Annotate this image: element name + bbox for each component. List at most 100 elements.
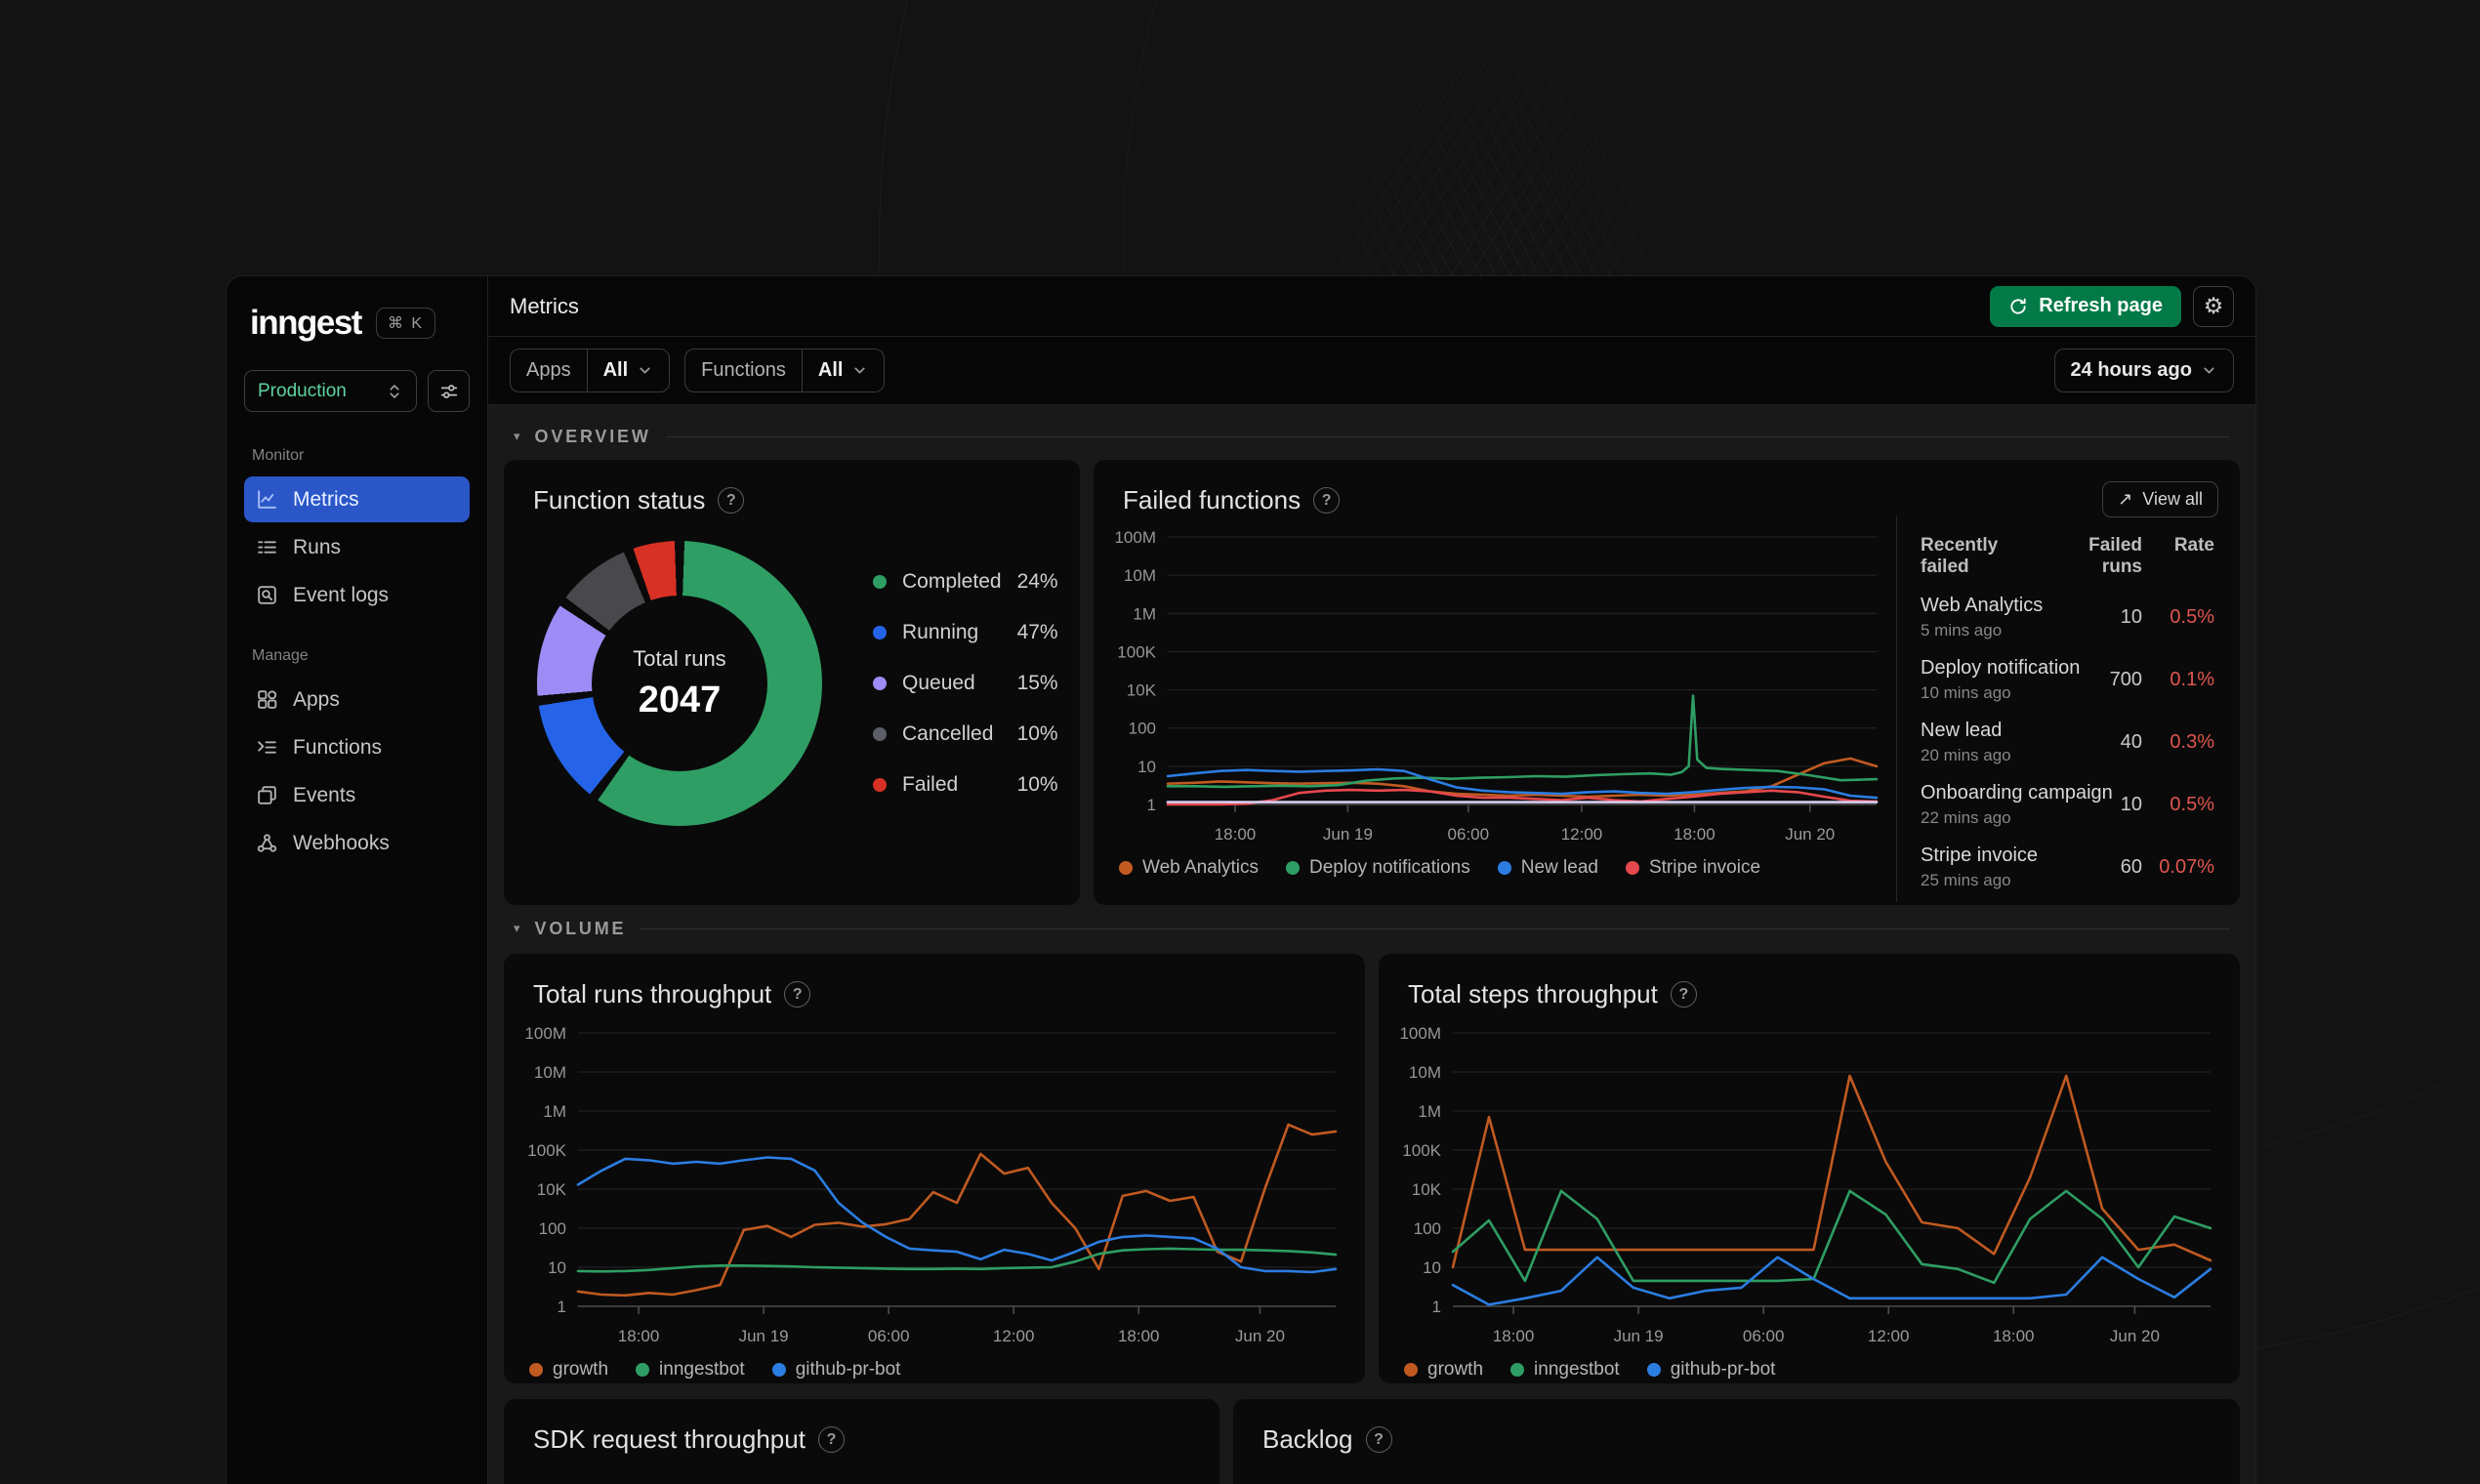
chevron-down-icon <box>640 367 650 374</box>
legend-item[interactable]: Stripe invoice <box>1625 857 1760 879</box>
card-title: SDK request throughput <box>533 1424 806 1454</box>
environment-value: Production <box>258 380 347 401</box>
legend-item[interactable]: github-pr-bot <box>771 1359 900 1381</box>
card-title: Function status <box>533 485 706 515</box>
help-icon[interactable]: ? <box>817 1426 845 1453</box>
sidebar-item-label: Runs <box>293 535 342 558</box>
legend-item[interactable]: Deploy notifications <box>1285 857 1470 879</box>
apps-filter-label: Apps <box>526 359 571 381</box>
svg-text:06:00: 06:00 <box>868 1327 910 1345</box>
legend-dot <box>1285 861 1300 875</box>
command-k-shortcut[interactable]: ⌘ K <box>375 308 436 339</box>
sidebar-item-event-logs[interactable]: Event logs <box>244 572 470 618</box>
legend-item[interactable]: inngestbot <box>636 1359 745 1381</box>
dashboard-content: ▾ OVERVIEW Function status ? Total runs <box>488 405 2255 1484</box>
help-icon[interactable]: ? <box>784 981 811 1008</box>
svg-text:12:00: 12:00 <box>1561 825 1603 844</box>
svg-text:18:00: 18:00 <box>618 1327 660 1345</box>
sidebar-item-functions[interactable]: Functions <box>244 724 470 770</box>
legend-item[interactable]: github-pr-bot <box>1646 1359 1775 1381</box>
overview-section-header[interactable]: ▾ OVERVIEW <box>504 413 2240 460</box>
donut-center-value: 2047 <box>638 679 722 721</box>
time-range-value: 24 hours ago <box>2070 359 2192 381</box>
legend-dot <box>1510 1363 1525 1377</box>
legend-dot <box>771 1363 786 1377</box>
legend-item: Queued 15% <box>873 658 1058 709</box>
svg-text:10K: 10K <box>537 1180 567 1199</box>
collapse-triangle-icon: ▾ <box>514 921 520 935</box>
legend-item[interactable]: inngestbot <box>1510 1359 1620 1381</box>
environment-filter-button[interactable] <box>428 370 470 412</box>
sidebar-item-label: Webhooks <box>293 831 390 854</box>
recently-failed-table: Recently failed Failed runs Rate Web Ana… <box>1896 515 2240 902</box>
table-row[interactable]: Web Analytics 5 mins ago 10 0.5% <box>1921 595 2214 640</box>
time-range-select[interactable]: 24 hours ago <box>2053 349 2234 392</box>
svg-text:12:00: 12:00 <box>1868 1327 1910 1345</box>
page-title: Metrics <box>510 293 579 318</box>
svg-text:1: 1 <box>1147 796 1156 814</box>
apps-filter-value: All <box>602 359 629 381</box>
function-list-icon <box>258 741 276 754</box>
sidebar-item-webhooks[interactable]: Webhooks <box>244 820 470 866</box>
svg-text:18:00: 18:00 <box>1993 1327 2035 1345</box>
sidebar-item-label: Event logs <box>293 583 390 606</box>
help-icon[interactable]: ? <box>1670 981 1697 1008</box>
failed-functions-card: Failed functions ? ↗ View all 1 10 100 10K 1… <box>1094 460 2240 905</box>
svg-text:18:00: 18:00 <box>1674 825 1715 844</box>
legend-item[interactable]: Web Analytics <box>1119 857 1259 879</box>
chevron-down-icon <box>854 367 866 374</box>
card-title: Total steps throughput <box>1408 979 1658 1009</box>
table-row[interactable]: New lead 20 mins ago 40 0.3% <box>1921 720 2214 765</box>
legend-item[interactable]: New lead <box>1497 857 1598 879</box>
table-row[interactable]: Stripe invoice 25 mins ago 60 0.07% <box>1921 845 2214 890</box>
failed-functions-chart: 1 10 100 10K 100K 1M 10M 100M 18:00 Jun 19 06:00 12… <box>1105 525 1892 847</box>
volume-section-header[interactable]: ▾ VOLUME <box>504 905 2240 952</box>
legend-dot <box>873 778 887 792</box>
svg-text:18:00: 18:00 <box>1118 1327 1160 1345</box>
table-row[interactable]: Deploy notification 10 mins ago 700 0.1% <box>1921 657 2214 703</box>
legend-item[interactable]: growth <box>529 1359 608 1381</box>
function-status-donut-chart: Total runs 2047 <box>537 541 822 826</box>
settings-button[interactable]: ⚙ <box>2193 285 2234 327</box>
sidebar-item-label: Functions <box>293 735 383 759</box>
svg-text:10: 10 <box>548 1258 566 1277</box>
total-steps-chart-legend: growth inngestbot github-pr-bot <box>1390 1349 2226 1381</box>
help-icon[interactable]: ? <box>1313 487 1341 514</box>
legend-item[interactable]: growth <box>1404 1359 1483 1381</box>
sidebar-item-apps[interactable]: Apps <box>244 677 470 722</box>
arrow-up-right-icon: ↗ <box>2118 489 2133 509</box>
function-status-legend: Completed 24% Running 47% Queued 15% Can… <box>873 556 1058 810</box>
legend-dot <box>873 727 887 741</box>
svg-text:100M: 100M <box>1114 528 1156 547</box>
sidebar-item-metrics[interactable]: Metrics <box>244 476 470 522</box>
environment-select[interactable]: Production <box>244 370 417 412</box>
sidebar-item-runs[interactable]: Runs <box>244 524 470 570</box>
help-icon[interactable]: ? <box>1365 1426 1392 1453</box>
doc-search-icon <box>258 586 276 604</box>
nodes-icon <box>257 834 277 852</box>
legend-dot <box>873 677 887 690</box>
functions-filter[interactable]: Functions All <box>684 349 886 392</box>
total-runs-throughput-card: Total runs throughput ? 1 10 100 10K 100K 1M 1… <box>504 954 1365 1383</box>
svg-text:100K: 100K <box>1402 1141 1441 1160</box>
sidebar-item-events[interactable]: Events <box>244 772 470 818</box>
svg-text:100: 100 <box>1414 1219 1441 1238</box>
svg-text:06:00: 06:00 <box>1448 825 1490 844</box>
view-all-button[interactable]: ↗ View all <box>2102 481 2218 517</box>
app-window: inngest ⌘ K Production Monitor Metrics R… <box>227 276 2255 1484</box>
svg-text:1M: 1M <box>1133 604 1156 623</box>
svg-text:100K: 100K <box>1117 642 1156 661</box>
donut-center-label: Total runs <box>633 645 726 671</box>
legend-dot <box>529 1363 543 1377</box>
table-row[interactable]: Onboarding campaign 22 mins ago 10 0.5% <box>1921 782 2214 828</box>
list-icon <box>258 541 276 554</box>
refresh-page-button[interactable]: Refresh page <box>1990 285 2181 327</box>
help-icon[interactable]: ? <box>718 487 745 514</box>
select-chevrons-icon <box>390 384 399 398</box>
svg-text:100M: 100M <box>524 1024 566 1043</box>
svg-text:1M: 1M <box>1418 1102 1441 1121</box>
sidebar: inngest ⌘ K Production Monitor Metrics R… <box>227 276 488 1484</box>
legend-item: Completed 24% <box>873 556 1058 607</box>
total-steps-throughput-card: Total steps throughput ? 1 10 100 10K 100K 1M… <box>1379 954 2240 1383</box>
apps-filter[interactable]: Apps All <box>510 349 671 392</box>
